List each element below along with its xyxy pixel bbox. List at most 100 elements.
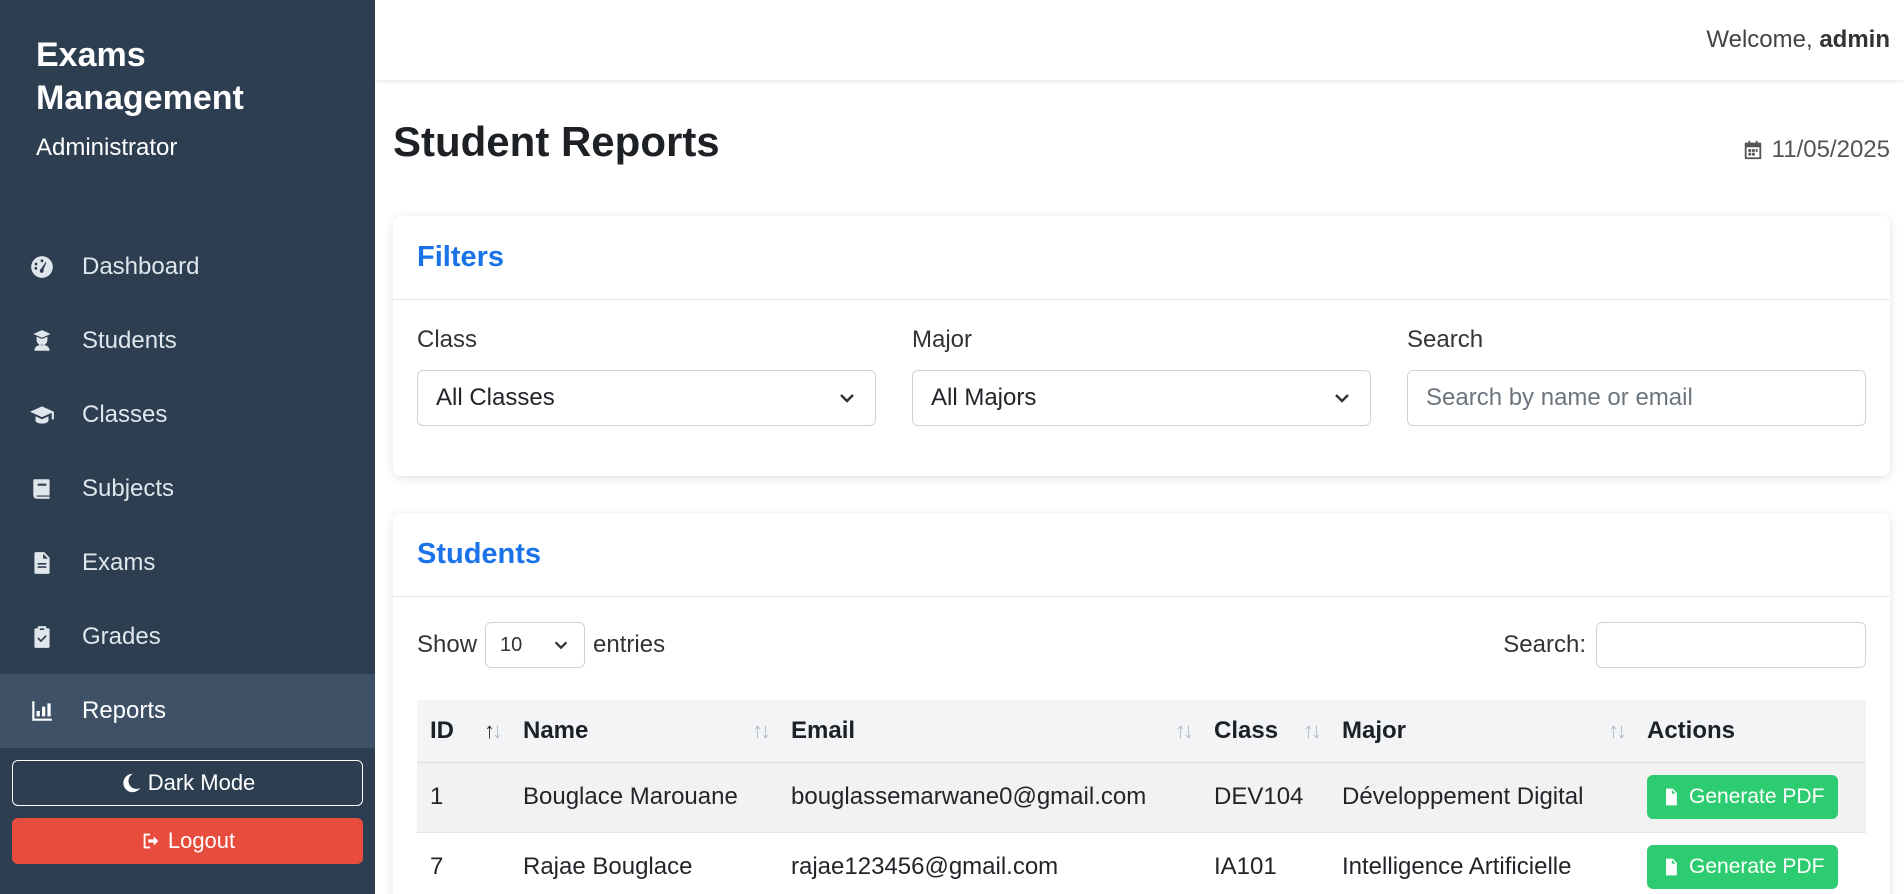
filters-row: Class All Classes Major All Majors Searc… [417,326,1866,426]
table-search: Search: [1503,622,1866,668]
sort-icon: ↑↓ [1608,717,1627,743]
search-input[interactable]: Search by name or email [1407,370,1866,426]
cell-major: Intelligence Artificielle [1342,853,1572,880]
logout-label: Logout [167,828,236,853]
table-controls: Show 10 entries Search: [417,621,1866,669]
cell-name: Bouglace Marouane [523,783,738,810]
user-role: Administrator [36,134,178,161]
show-label: Show [417,631,478,658]
current-date: 11/05/2025 [1742,136,1890,164]
search-label: Search [1407,326,1484,353]
sidebar-item-label: Reports [82,697,167,724]
entries-label: entries [593,631,666,658]
dashboard-icon [28,253,56,281]
major-select[interactable]: All Majors [912,370,1371,426]
students-header: Students [393,513,1890,597]
sort-icon: ↑↓ [1175,717,1194,743]
major-filter: Major All Majors [912,326,1371,426]
sidebar-item-subjects[interactable]: Subjects [0,452,375,526]
clipboard-icon [28,623,56,651]
students-table: ID ↑↓ Name ↑↓ Email ↑↓ Class ↑↓ Major ↑↓ Acti… [417,700,1866,894]
brand: Exams Management Administrator [36,34,356,162]
table-header-row: ID ↑↓ Name ↑↓ Email ↑↓ Class ↑↓ Major ↑↓ Acti… [417,700,1866,763]
column-header-id[interactable]: ID ↑↓ [417,700,510,763]
table-search-label: Search: [1503,631,1586,658]
pdf-file-icon [1666,788,1677,806]
topbar: Welcome, admin [375,0,1904,80]
generate-pdf-button[interactable]: Generate PDF [1647,845,1839,889]
dark-mode-button[interactable]: Dark Mode [12,760,363,806]
cell-email: rajae123456@gmail.com [791,853,1059,880]
sort-icon: ↑↓ [752,717,771,743]
column-header-class[interactable]: Class ↑↓ [1201,700,1329,763]
class-label: Class [417,326,478,353]
column-header-actions: Actions [1634,700,1866,763]
filters-header: Filters [393,216,1890,300]
cell-major: Développement Digital [1342,783,1584,810]
sidebar-item-label: Dashboard [82,253,200,280]
graduation-cap-icon [28,401,56,429]
sidebar-item-label: Classes [82,401,168,428]
sidebar-nav: Dashboard Students Classes Subjects Exam… [0,230,375,748]
class-filter: Class All Classes [417,326,876,426]
sidebar-item-dashboard[interactable]: Dashboard [0,230,375,304]
table-row: 1 Bouglace Marouane bouglassemarwane0@gm… [417,762,1866,832]
sidebar-item-students[interactable]: Students [0,304,375,378]
cell-id: 7 [430,853,444,880]
sign-out-icon [143,833,159,849]
search-placeholder: Search by name or email [1426,384,1693,411]
sidebar-item-classes[interactable]: Classes [0,378,375,452]
book-icon [28,475,56,503]
cell-actions: Generate PDF [1634,832,1866,894]
sort-icon: ↑↓ [1303,717,1322,743]
sidebar-item-exams[interactable]: Exams [0,526,375,600]
sidebar-item-label: Exams [82,549,156,576]
major-select-value: All Majors [931,384,1037,411]
class-select[interactable]: All Classes [417,370,876,426]
user-graduate-icon [28,327,56,355]
calendar-icon [1744,140,1761,160]
cell-email: bouglassemarwane0@gmail.com [791,783,1147,810]
sidebar-actions: Dark Mode Logout [12,760,363,864]
filters-title: Filters [417,241,505,273]
moon-icon [123,773,140,793]
generate-pdf-button[interactable]: Generate PDF [1647,775,1839,819]
logout-button[interactable]: Logout [12,818,363,864]
cell-name: Rajae Bouglace [523,853,693,880]
chevron-down-icon [554,641,568,650]
welcome-message: Welcome, admin [1706,26,1890,54]
table-row: 7 Rajae Bouglace rajae123456@gmail.com I… [417,832,1866,894]
welcome-prefix: Welcome, [1706,26,1813,53]
major-label: Major [912,326,973,353]
entries-value: 10 [500,633,523,656]
chart-icon [28,697,56,725]
cell-actions: Generate PDF [1634,762,1866,832]
chevron-down-icon [840,394,854,403]
cell-id: 1 [430,783,444,810]
class-select-value: All Classes [436,384,555,411]
app-title: Exams Management [36,36,244,117]
entries-control: Show 10 entries [417,622,665,668]
sort-icon: ↑↓ [484,717,503,743]
sidebar-item-label: Subjects [82,475,175,502]
column-header-major[interactable]: Major ↑↓ [1329,700,1634,763]
table-search-input[interactable] [1596,622,1866,668]
pdf-file-icon [1666,858,1677,876]
chevron-down-icon [1335,394,1349,403]
sidebar-item-label: Students [82,327,177,354]
entries-select[interactable]: 10 [485,622,586,668]
generate-pdf-label: Generate PDF [1689,855,1825,878]
sidebar: Exams Management Administrator Dashboard… [0,0,375,894]
sidebar-item-reports[interactable]: Reports [0,674,375,748]
search-filter: Search Search by name or email [1407,326,1866,426]
students-card: Students Show 10 entries Search: ID ↑↓ Na… [393,513,1890,894]
dark-mode-label: Dark Mode [147,770,256,795]
date-text: 11/05/2025 [1771,136,1890,163]
sidebar-item-grades[interactable]: Grades [0,600,375,674]
cell-class: IA101 [1214,853,1277,880]
username: admin [1819,26,1890,53]
sidebar-item-label: Grades [82,623,161,650]
column-header-email[interactable]: Email ↑↓ [778,700,1201,763]
column-header-name[interactable]: Name ↑↓ [510,700,778,763]
filters-card: Filters Class All Classes Major All Majo… [393,216,1890,476]
